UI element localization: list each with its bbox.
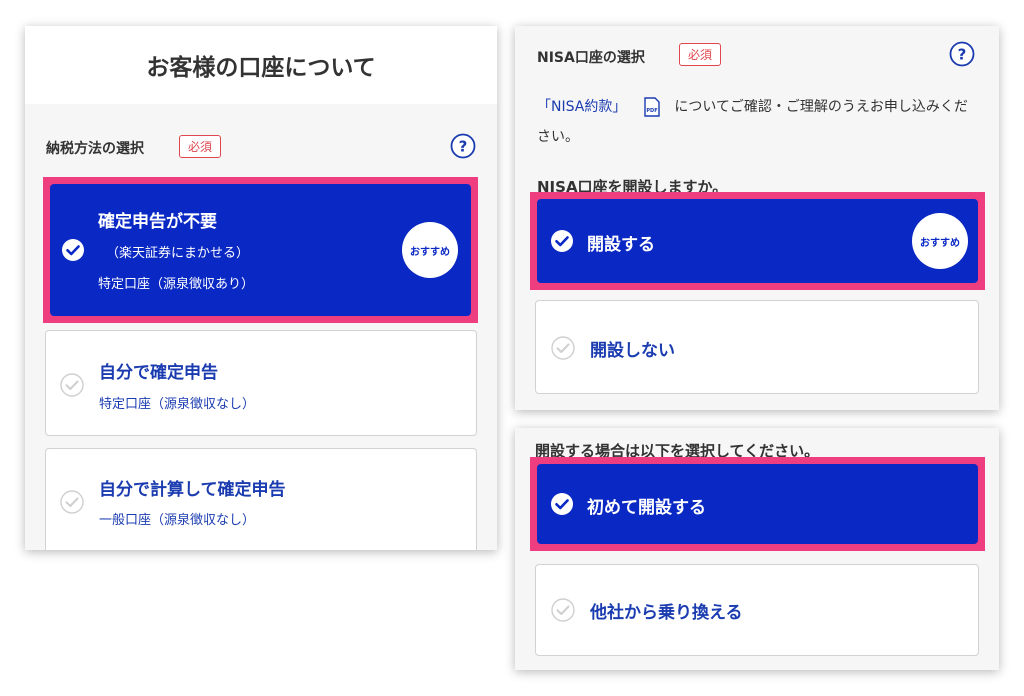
option-subtitle: 特定口座（源泉徴収なし） — [99, 397, 256, 412]
option-title: 自分で確定申告 — [99, 363, 218, 383]
required-badge: 必須 — [679, 43, 722, 66]
option-title: 開設する — [587, 235, 655, 255]
nisa-account-panel: NISA口座の選択 必須 ? 「NISA約款」 PDF についてご確認・ご理解の… — [515, 26, 999, 410]
option-card[interactable]: 開設する おすすめ — [537, 199, 978, 283]
option-subtitle: （楽天証券にまかせる） — [106, 246, 250, 261]
option-title: 開設しない — [590, 341, 675, 361]
nisa-option-not-open[interactable]: 開設しない — [535, 300, 979, 394]
check-circle-outline-icon — [60, 490, 84, 514]
svg-text:?: ? — [958, 46, 967, 64]
option-card[interactable]: 自分で計算して確定申告 一般口座（源泉徴収なし） — [45, 448, 477, 550]
nisa-section-title: NISA口座の選択 — [537, 50, 645, 66]
tax-option-general-account[interactable]: 自分で計算して確定申告 一般口座（源泉徴収なし） — [45, 448, 477, 550]
page-title: お客様の口座について — [25, 26, 497, 104]
option-card[interactable]: 確定申告が不要 （楽天証券にまかせる） 特定口座（源泉徴収あり） おすすめ — [50, 184, 471, 316]
recommended-badge: おすすめ — [402, 222, 458, 278]
option-card[interactable]: 自分で確定申告 特定口座（源泉徴収なし） — [45, 330, 477, 436]
option-card[interactable]: 他社から乗り換える — [535, 564, 979, 656]
tax-method-panel: お客様の口座について 納税方法の選択 必須 ? 確定申告が不要 （楽天証券にまか… — [25, 26, 497, 550]
open-type-option-transfer[interactable]: 他社から乗り換える — [535, 564, 979, 656]
nisa-option-open[interactable]: 開設する おすすめ — [530, 192, 985, 290]
required-badge: 必須 — [179, 135, 222, 158]
option-title: 初めて開設する — [587, 498, 706, 518]
check-circle-filled-icon — [62, 239, 84, 261]
option-card[interactable]: 初めて開設する — [537, 464, 978, 544]
tax-method-section-title: 納税方法の選択 — [46, 141, 144, 157]
pdf-file-icon[interactable]: PDF — [644, 97, 661, 117]
check-circle-outline-icon — [551, 598, 575, 622]
check-circle-filled-icon — [551, 230, 573, 252]
check-circle-filled-icon — [551, 493, 573, 515]
option-title: 確定申告が不要 — [98, 212, 217, 232]
check-circle-outline-icon — [60, 373, 84, 397]
question-circle-icon[interactable]: ? — [450, 133, 476, 159]
svg-text:PDF: PDF — [647, 108, 658, 114]
svg-text:?: ? — [459, 138, 468, 156]
open-type-option-first-time[interactable]: 初めて開設する — [530, 457, 985, 551]
nisa-description: 「NISA約款」 PDF についてご確認・ご理解のうえお申し込みください。 — [537, 92, 977, 152]
tax-option-no-filing[interactable]: 確定申告が不要 （楽天証券にまかせる） 特定口座（源泉徴収あり） おすすめ — [43, 177, 478, 323]
option-subtitle-account: 特定口座（源泉徴収あり） — [98, 277, 255, 292]
recommended-badge: おすすめ — [912, 213, 968, 269]
tax-option-self-filing[interactable]: 自分で確定申告 特定口座（源泉徴収なし） — [45, 330, 477, 436]
nisa-terms-link[interactable]: 「NISA約款」 — [537, 99, 626, 115]
option-title: 自分で計算して確定申告 — [99, 480, 286, 500]
option-title: 他社から乗り換える — [590, 603, 743, 623]
option-subtitle: 一般口座（源泉徴収なし） — [99, 513, 256, 528]
option-card[interactable]: 開設しない — [535, 300, 979, 394]
check-circle-outline-icon — [551, 336, 575, 360]
question-circle-icon[interactable]: ? — [949, 41, 975, 67]
nisa-open-type-panel: 開設する場合は以下を選択してください。 初めて開設する 他社から乗り換える — [515, 428, 999, 670]
